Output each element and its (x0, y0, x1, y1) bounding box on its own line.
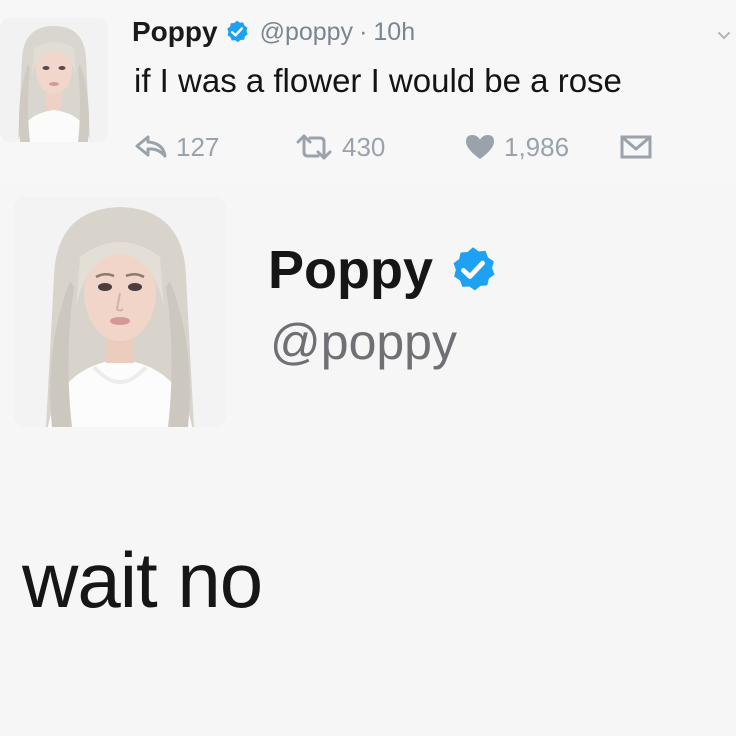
profile-name-row: Poppy (268, 235, 499, 305)
reply-icon (135, 135, 167, 158)
retweet-button[interactable]: 430 (294, 132, 434, 163)
tweet-avatar[interactable] (0, 18, 108, 142)
profile-name[interactable]: Poppy (268, 239, 433, 301)
direct-message-button[interactable] (620, 135, 652, 159)
caption-text: wait no (22, 536, 263, 624)
profile-photo-icon (0, 18, 108, 142)
like-button[interactable]: 1,986 (464, 132, 604, 163)
tweet-actions: 127 430 1,986 (134, 130, 652, 164)
profile-card: Poppy @poppy wait no (0, 185, 736, 736)
profile-avatar[interactable] (14, 197, 226, 427)
verified-badge-icon (453, 247, 495, 291)
tweet-text: if I was a flower I would be a rose (134, 62, 622, 99)
reply-count: 127 (176, 131, 220, 162)
reply-button[interactable]: 127 (134, 132, 254, 163)
envelope-icon (620, 135, 652, 159)
like-count: 1,986 (504, 131, 570, 162)
tweet-author-name[interactable]: Poppy (132, 16, 218, 48)
chevron-down-icon[interactable] (716, 28, 732, 44)
verified-badge-icon (226, 20, 248, 43)
retweet-icon (296, 134, 332, 160)
heart-icon (466, 135, 494, 159)
tweet-card: Poppy @poppy · 10h if I was a flower I w… (0, 0, 736, 185)
profile-handle[interactable]: @poppy (270, 313, 457, 371)
retweet-count: 430 (342, 131, 386, 162)
profile-photo-icon (14, 197, 226, 427)
tweet-author-row: Poppy @poppy · 10h (132, 12, 415, 52)
tweet-timestamp[interactable]: 10h (373, 18, 415, 47)
tweet-handle[interactable]: @poppy (260, 18, 354, 47)
tweet-separator: · (359, 17, 368, 46)
